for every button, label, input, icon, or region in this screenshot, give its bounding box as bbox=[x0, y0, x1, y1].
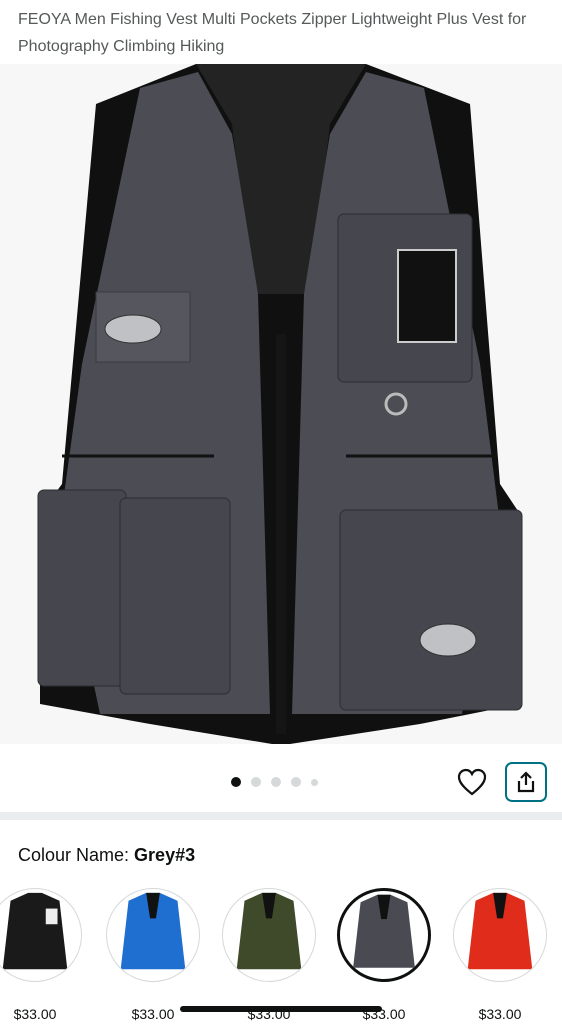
carousel-dot[interactable] bbox=[291, 777, 301, 787]
share-icon bbox=[517, 771, 535, 793]
swatch-blue[interactable] bbox=[106, 888, 200, 982]
swatch-price: $33.00 bbox=[13, 1006, 57, 1022]
swatch-grey[interactable] bbox=[337, 888, 431, 982]
share-button[interactable] bbox=[505, 762, 547, 802]
carousel-dot[interactable] bbox=[251, 777, 261, 787]
colour-swatches: $33.00 $33.00 $33.00 $33.00 $33.00 bbox=[0, 888, 562, 1024]
product-title: FEOYA Men Fishing Vest Multi Pockets Zip… bbox=[18, 11, 527, 55]
colour-name-value: Grey#3 bbox=[134, 845, 196, 865]
red-vest-thumbnail bbox=[467, 892, 533, 970]
product-image[interactable] bbox=[0, 64, 562, 744]
carousel-dot[interactable] bbox=[311, 778, 318, 786]
green-vest-thumbnail bbox=[236, 892, 302, 970]
carousel-dot[interactable] bbox=[231, 777, 241, 787]
home-indicator[interactable] bbox=[180, 1006, 382, 1012]
carousel-dot[interactable] bbox=[271, 777, 281, 787]
image-carousel-dots bbox=[231, 777, 318, 787]
fishing-vest-image bbox=[37, 64, 523, 744]
wishlist-button[interactable] bbox=[455, 765, 489, 799]
grey-vest-thumbnail bbox=[353, 894, 415, 968]
swatch-price: $33.00 bbox=[478, 1006, 522, 1022]
section-divider bbox=[0, 812, 562, 820]
swatch-black[interactable] bbox=[0, 888, 82, 982]
black-vest-thumbnail bbox=[2, 892, 68, 970]
swatch-red[interactable] bbox=[453, 888, 547, 982]
colour-name-label: Colour Name: bbox=[18, 845, 135, 865]
heart-outline-icon bbox=[457, 768, 487, 796]
swatch-green[interactable] bbox=[222, 888, 316, 982]
blue-vest-thumbnail bbox=[120, 892, 186, 970]
colour-name-row: Colour Name: Grey#3 bbox=[18, 843, 195, 867]
